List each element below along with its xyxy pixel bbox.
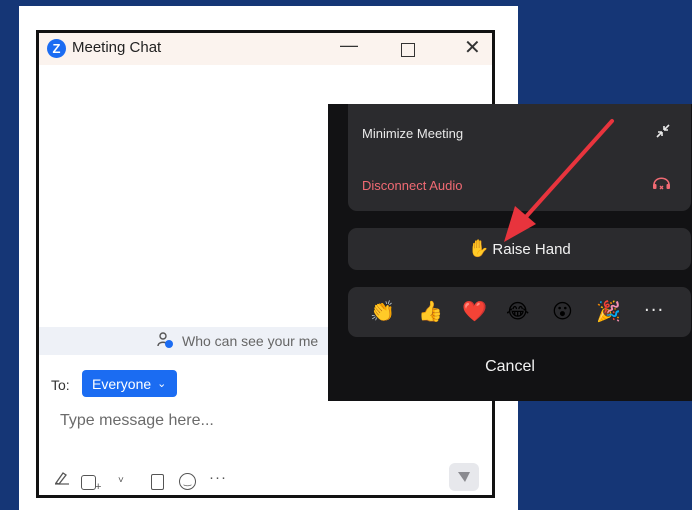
screenshot-plus-icon: +: [95, 481, 102, 493]
zoom-logo-icon: Z: [47, 39, 66, 58]
reaction-clap-icon[interactable]: 👏: [370, 299, 395, 323]
minimize-window-button[interactable]: —: [340, 35, 358, 56]
reaction-heart-icon[interactable]: ❤️: [462, 299, 487, 323]
reaction-thumbs-up-icon[interactable]: 👍: [418, 299, 443, 323]
user-visibility-icon: [157, 332, 173, 351]
message-input[interactable]: [58, 409, 442, 433]
chevron-down-icon: ⌄: [157, 378, 167, 390]
maximize-window-button[interactable]: [401, 43, 415, 57]
recipient-dropdown[interactable]: Everyone ⌄: [82, 370, 177, 397]
file-icon[interactable]: [151, 474, 164, 490]
reaction-surprised-icon[interactable]: 😮: [552, 299, 573, 323]
reaction-party-icon[interactable]: 🎉: [596, 299, 621, 323]
reaction-laugh-icon[interactable]: 😂: [506, 299, 529, 323]
title-bar: Z Meeting Chat — ✕: [39, 33, 492, 65]
minimize-meeting-button[interactable]: Minimize Meeting: [362, 126, 463, 141]
screenshot-icon[interactable]: [81, 475, 96, 490]
raise-hand-button[interactable]: ✋ Raise Hand: [348, 228, 691, 270]
minimize-arrows-icon[interactable]: [654, 122, 672, 145]
meeting-actions-menu: Minimize Meeting Disconnect Audio ✋ Rais…: [328, 104, 692, 401]
screenshot-options-chevron-icon[interactable]: ˅: [118, 475, 124, 486]
send-icon: [458, 472, 470, 482]
headphones-disconnect-icon[interactable]: [652, 173, 674, 195]
cancel-button[interactable]: Cancel: [328, 358, 692, 376]
raised-hand-icon: ✋: [468, 239, 490, 259]
format-icon[interactable]: [54, 471, 70, 489]
close-window-button[interactable]: ✕: [464, 35, 481, 60]
recipient-label: Everyone: [92, 375, 152, 392]
window-title: Meeting Chat: [72, 39, 162, 56]
send-button[interactable]: [449, 463, 479, 491]
disconnect-audio-button[interactable]: Disconnect Audio: [362, 178, 462, 193]
more-options-icon[interactable]: ···: [209, 469, 227, 486]
menu-top-card: Minimize Meeting Disconnect Audio: [348, 104, 691, 211]
to-label: To:: [51, 377, 70, 393]
raise-hand-label: Raise Hand: [492, 240, 571, 258]
more-reactions-icon[interactable]: ···: [644, 299, 664, 323]
emoji-icon[interactable]: ‿: [179, 473, 196, 490]
reactions-bar: 👏 👍 ❤️ 😂 😮 🎉 ···: [348, 287, 691, 337]
visibility-text: Who can see your me: [182, 333, 319, 349]
